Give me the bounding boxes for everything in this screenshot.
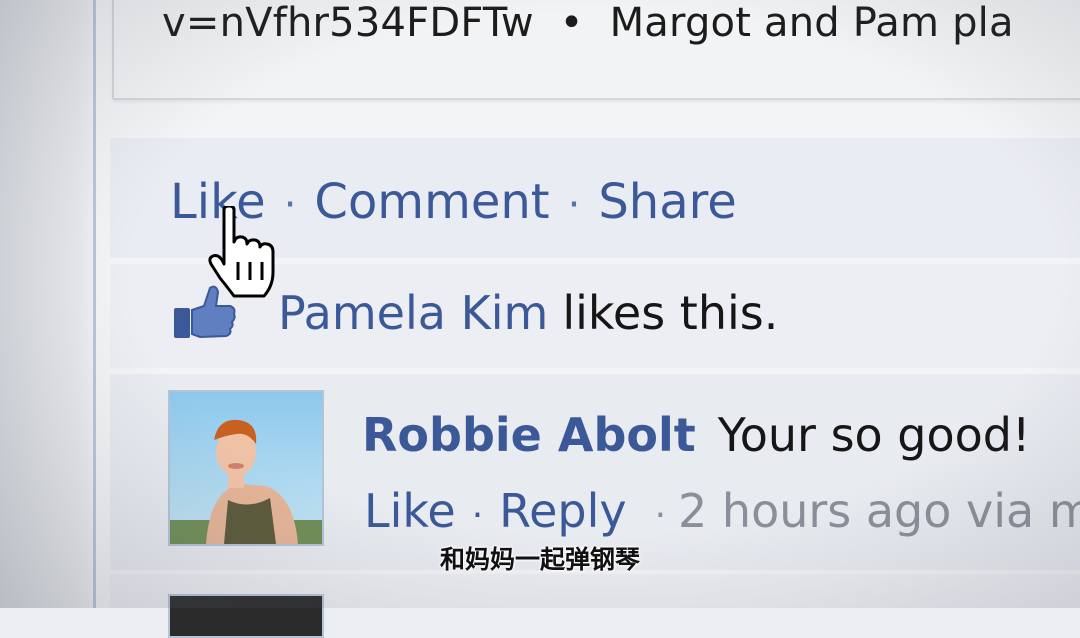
next-commenter-avatar[interactable]: [168, 594, 324, 638]
post-text-box: v=nVfhr534FDFTw • Margot and Pam pla: [112, 0, 1080, 100]
comment-meta-separator: ·: [471, 495, 484, 536]
comment-like-link[interactable]: Like: [364, 484, 456, 538]
likes-text: Pamela Kim likes this.: [278, 286, 778, 340]
comment-meta: Like · Reply · 2 hours ago via m: [364, 484, 1080, 538]
comment-author-link[interactable]: Robbie Abolt: [362, 408, 696, 462]
commenter-avatar[interactable]: [168, 390, 324, 546]
liker-name-link[interactable]: Pamela Kim: [278, 286, 548, 340]
post-text-line: v=nVfhr534FDFTw • Margot and Pam pla: [162, 0, 1014, 46]
action-separator: ·: [567, 182, 581, 228]
left-rail: [0, 0, 95, 608]
comment-line: Robbie Abolt Your so good!: [362, 408, 1030, 462]
comment-text: Your so good!: [717, 408, 1031, 462]
likes-suffix: likes this.: [562, 286, 779, 340]
share-link[interactable]: Share: [598, 174, 737, 230]
post-caption: Margot and Pam pla: [609, 0, 1014, 46]
comment-timestamp: 2 hours ago via m: [678, 484, 1080, 538]
hand-cursor-icon: [208, 206, 275, 298]
post-separator: •: [559, 0, 584, 46]
comment-link[interactable]: Comment: [314, 174, 549, 230]
video-subtitle: 和妈妈一起弹钢琴: [439, 545, 640, 574]
video-url-fragment[interactable]: v=nVfhr534FDFTw: [162, 0, 534, 46]
next-comment-row: [110, 574, 1080, 638]
avatar-photo: [170, 392, 322, 544]
comment-meta-separator: ·: [654, 495, 667, 536]
comment-reply-link[interactable]: Reply: [499, 484, 626, 538]
